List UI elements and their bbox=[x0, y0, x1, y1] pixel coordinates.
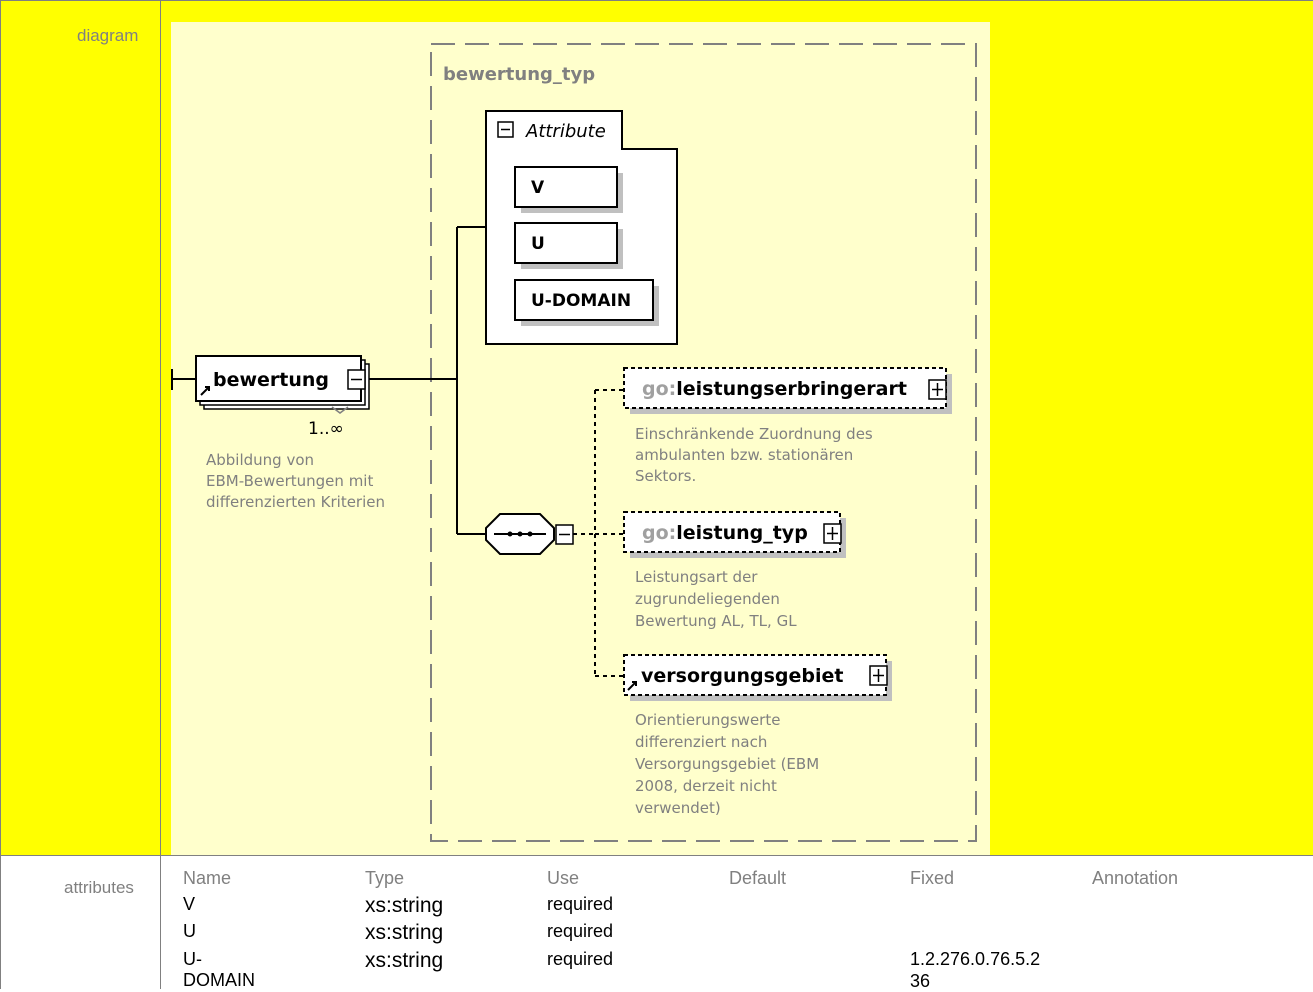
attribute-use-cell: required bbox=[547, 894, 614, 914]
attribute-type-cell: xs:string bbox=[365, 894, 444, 917]
attribute-item-u[interactable]: U bbox=[514, 222, 623, 269]
sequence-collapse-icon[interactable] bbox=[555, 524, 574, 545]
attribute-collapse-icon[interactable] bbox=[497, 121, 514, 138]
column-header-type: Type bbox=[365, 868, 405, 888]
child-expand-icon[interactable] bbox=[869, 665, 888, 686]
attribute-item-label: V bbox=[531, 178, 545, 198]
attribute-name-cell: U-DOMAIN bbox=[183, 949, 255, 990]
child-expand-icon[interactable] bbox=[823, 523, 842, 544]
attribute-name-cell: U bbox=[183, 921, 196, 941]
complex-type-group-label: bewertung_typ bbox=[443, 64, 595, 85]
attributes-row-label: attributes bbox=[64, 878, 134, 897]
root-multiplicity: 1..∞ bbox=[308, 419, 344, 439]
attribute-item-u-domain[interactable]: U-DOMAIN bbox=[514, 279, 659, 326]
root-collapse-icon[interactable] bbox=[347, 369, 366, 390]
attribute-use-cell: required bbox=[547, 949, 614, 969]
attribute-type-cell: xs:string bbox=[365, 921, 444, 944]
attribute-item-v[interactable]: V bbox=[514, 166, 623, 213]
child-expand-icon[interactable] bbox=[928, 379, 947, 400]
schema-diagram: bewertung_typ Attribute V U U-DOMAIN bew… bbox=[171, 22, 990, 855]
child-element-label: versorgungsgebiet bbox=[641, 665, 844, 687]
attribute-item-label: U bbox=[531, 234, 545, 254]
attribute-item-label: U-DOMAIN bbox=[531, 291, 631, 311]
attribute-name-cell: V bbox=[183, 894, 196, 914]
child-element-leistung-typ[interactable]: go:leistung_typ bbox=[623, 511, 846, 558]
root-element-label: bewertung bbox=[213, 369, 329, 391]
child-element-versorgungsgebiet[interactable]: versorgungsgebiet bbox=[623, 654, 892, 701]
column-header-default: Default bbox=[729, 868, 787, 888]
schema-doc-frame: diagram attributes bewertung_typ Attribu… bbox=[0, 0, 1313, 991]
column-header-use: Use bbox=[547, 868, 580, 888]
sequence-compositor[interactable] bbox=[485, 513, 555, 555]
root-element-bewertung[interactable]: bewertung bbox=[195, 355, 370, 410]
column-header-annotation: Annotation bbox=[1092, 868, 1179, 888]
column-header-name: Name bbox=[183, 868, 232, 888]
child-element-label: go:leistungserbringerart bbox=[642, 378, 907, 400]
attribute-type-cell: xs:string bbox=[365, 949, 444, 972]
child-element-label: go:leistung_typ bbox=[642, 522, 808, 544]
attribute-fixed-cell: 1.2.276.0.76.5.2 bbox=[910, 949, 1041, 969]
column-header-fixed: Fixed bbox=[910, 868, 955, 888]
child-element-leistungserbringerart[interactable]: go:leistungserbringerart bbox=[623, 367, 952, 414]
attribute-group-label: Attribute bbox=[525, 121, 606, 142]
attribute-use-cell: required bbox=[547, 921, 614, 941]
